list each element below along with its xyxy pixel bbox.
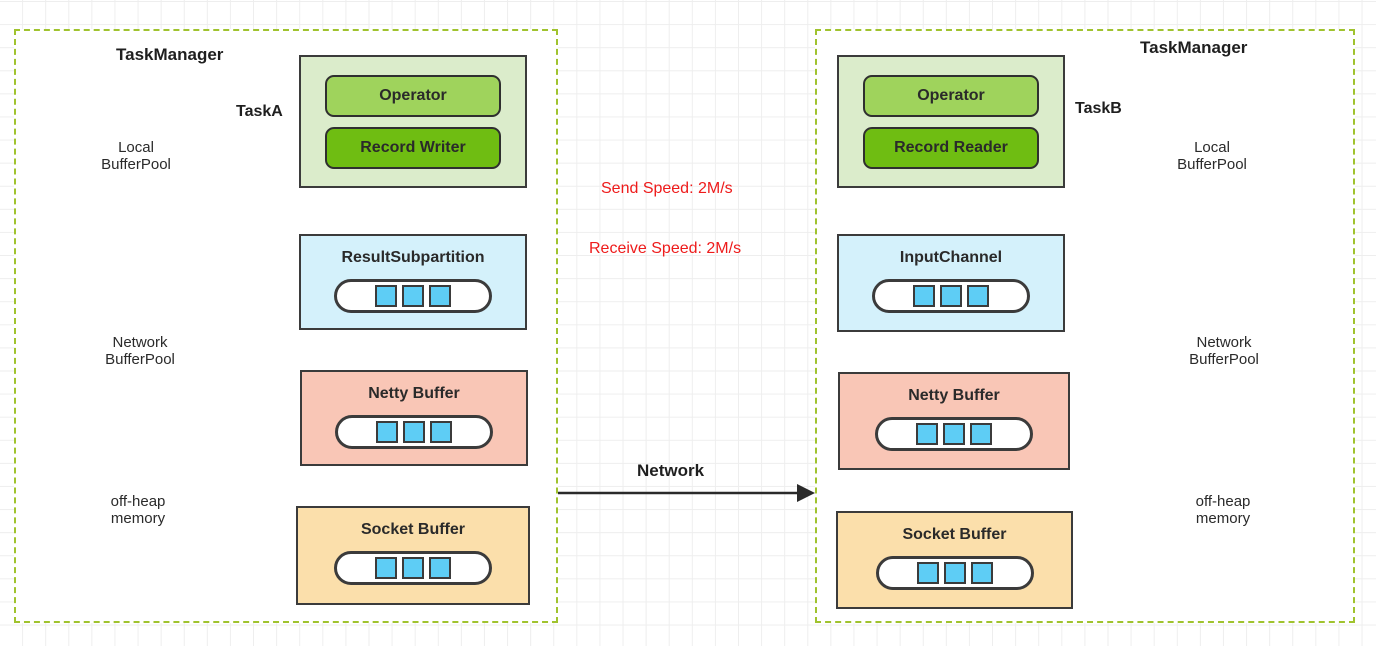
buffer-chip: [375, 557, 397, 579]
offheap-memory-label-right: off-heap memory: [1161, 463, 1285, 557]
operator-group-right: Operator Record Reader: [837, 55, 1065, 188]
network-bufferpool-label-right: Network BufferPool: [1169, 328, 1297, 376]
resultsubpartition-buffer-pill: [334, 279, 492, 313]
netty-buffer-title-left: Netty Buffer: [368, 385, 460, 402]
buffer-chip: [943, 562, 966, 584]
socket-buffer-title-right: Socket Buffer: [902, 526, 1007, 543]
operator-box-left: Operator: [325, 74, 501, 117]
buffer-chip: [967, 285, 989, 307]
record-reader-box: Record Reader: [863, 126, 1039, 169]
buffer-chip: [913, 285, 935, 307]
record-writer-box: Record Writer: [325, 126, 501, 169]
operator-group-left: Operator Record Writer: [299, 55, 527, 188]
offheap-memory-label-left: off-heap memory: [76, 463, 200, 557]
network-label: Network: [637, 461, 705, 480]
network-bufferpool-line2: BufferPool: [105, 351, 175, 368]
buffer-chip: [916, 562, 939, 584]
task-label-a: TaskA: [236, 103, 283, 120]
local-bufferpool-line1: Local: [118, 139, 154, 157]
local-bufferpool-line2: BufferPool: [101, 156, 171, 173]
socket-buffer-box-right: Socket Buffer: [836, 511, 1073, 609]
resultsubpartition-box: ResultSubpartition: [299, 234, 527, 330]
inputchannel-title: InputChannel: [899, 249, 1003, 266]
local-bufferpool-line2: BufferPool: [1177, 156, 1247, 173]
operator-box-right: Operator: [863, 74, 1039, 117]
task-label-b: TaskB: [1075, 100, 1122, 117]
inputchannel-buffer-pill: [872, 279, 1030, 313]
buffer-chip: [940, 285, 962, 307]
diagram-canvas: TaskManager TaskA Operator Record Writer…: [0, 0, 1376, 646]
buffer-chip: [916, 423, 938, 445]
socket-buffer-box-left: Socket Buffer: [296, 506, 530, 605]
network-bufferpool-line1: Network: [112, 334, 168, 352]
socket-buffer-title-left: Socket Buffer: [360, 521, 466, 538]
local-bufferpool-label-right: Local BufferPool: [1157, 133, 1285, 181]
buffer-chip: [402, 285, 424, 307]
taskmanager-label-left: TaskManager: [116, 45, 224, 64]
socket-buffer-pill-right: [875, 556, 1034, 590]
buffer-chip: [943, 423, 965, 445]
socket-buffer-pill-left: [334, 551, 492, 585]
offheap-line1: off-heap: [1195, 492, 1251, 510]
inputchannel-box: InputChannel: [837, 234, 1065, 332]
offheap-line2: memory: [110, 510, 166, 527]
send-speed-label: Send Speed: 2M/s: [601, 180, 733, 197]
buffer-chip: [376, 421, 398, 443]
buffer-chip: [429, 285, 451, 307]
netty-buffer-box-left: Netty Buffer: [300, 370, 528, 466]
network-bufferpool-line1: Network: [1196, 334, 1252, 352]
netty-buffer-title-right: Netty Buffer: [908, 387, 1000, 404]
network-bufferpool-line2: BufferPool: [1189, 351, 1259, 368]
netty-buffer-pill-right: [875, 417, 1033, 451]
buffer-chip: [375, 285, 397, 307]
taskmanager-label-right: TaskManager: [1140, 38, 1248, 57]
receive-speed-label: Receive Speed: 2M/s: [589, 240, 742, 257]
buffer-chip: [430, 421, 452, 443]
local-bufferpool-line1: Local: [1194, 139, 1230, 157]
network-bufferpool-label-left: Network BufferPool: [85, 328, 213, 376]
buffer-chip: [429, 557, 451, 579]
buffer-chip: [403, 421, 425, 443]
resultsubpartition-title: ResultSubpartition: [341, 249, 485, 266]
offheap-line2: memory: [1195, 510, 1251, 527]
buffer-chip: [970, 562, 993, 584]
buffer-chip: [402, 557, 424, 579]
local-bufferpool-label-left: Local BufferPool: [81, 133, 209, 181]
buffer-chip: [970, 423, 992, 445]
netty-buffer-pill-left: [335, 415, 493, 449]
netty-buffer-box-right: Netty Buffer: [838, 372, 1070, 470]
offheap-line1: off-heap: [110, 492, 166, 510]
